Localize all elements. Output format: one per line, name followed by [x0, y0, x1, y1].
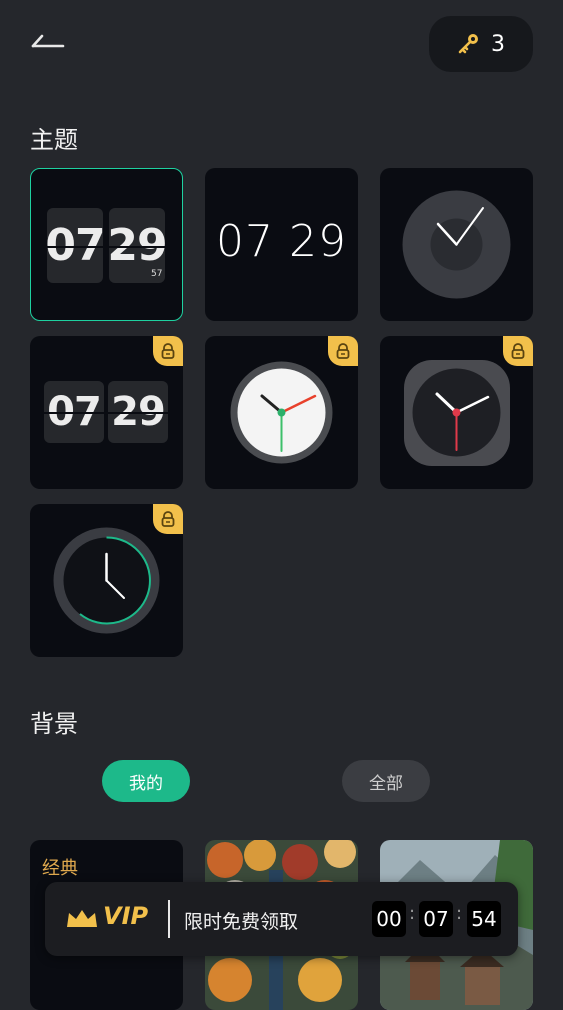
timer-colon: :: [409, 903, 416, 924]
timer-colon: :: [456, 903, 463, 924]
theme-card-flip-clock[interactable]: 07 29: [30, 336, 183, 489]
lock-icon: [511, 343, 525, 359]
back-button[interactable]: [30, 28, 70, 58]
theme-card-digital-thin[interactable]: 07 29: [205, 168, 358, 321]
theme-card-flip-clock-seconds[interactable]: 07 29 57: [30, 168, 183, 321]
digital-time: 07 29: [216, 216, 347, 267]
theme-card-analog-minimal[interactable]: [380, 168, 533, 321]
back-arrow-icon: [31, 34, 65, 48]
timer-minutes: 07: [419, 901, 453, 937]
lock-badge: [153, 336, 183, 366]
vip-promo-text: 限时免费领取: [184, 911, 299, 933]
tab-all[interactable]: 全部: [342, 760, 430, 802]
key-balance-button[interactable]: 3: [429, 16, 533, 72]
lock-badge: [153, 504, 183, 534]
background-card-label: 经典: [42, 858, 78, 879]
key-icon: [458, 34, 478, 54]
theme-card-analog-dark-square[interactable]: [380, 336, 533, 489]
timer-seconds: 54: [467, 901, 501, 937]
tab-mine[interactable]: 我的: [102, 760, 190, 802]
lock-icon: [336, 343, 350, 359]
background-section-title: 背景: [30, 710, 78, 738]
lock-badge: [503, 336, 533, 366]
vip-promo-bar[interactable]: VIP 限时免费领取 00 : 07 : 54: [45, 882, 518, 956]
vip-badge: VIP: [103, 902, 149, 930]
crown-icon: [67, 910, 97, 927]
timer-hours: 00: [372, 901, 406, 937]
analog-clock-icon: [402, 190, 511, 299]
theme-card-analog-ring[interactable]: [30, 504, 183, 657]
flip-minute: 29: [108, 381, 168, 443]
lock-icon: [161, 511, 175, 527]
lock-badge: [328, 336, 358, 366]
flip-hour: 07: [45, 208, 106, 283]
flip-seconds: 57: [151, 269, 163, 279]
themes-section-title: 主题: [30, 126, 78, 154]
vip-divider: [168, 900, 170, 938]
lock-icon: [161, 343, 175, 359]
flip-hour: 07: [44, 381, 104, 443]
theme-card-analog-white[interactable]: [205, 336, 358, 489]
key-count: 3: [491, 31, 505, 57]
